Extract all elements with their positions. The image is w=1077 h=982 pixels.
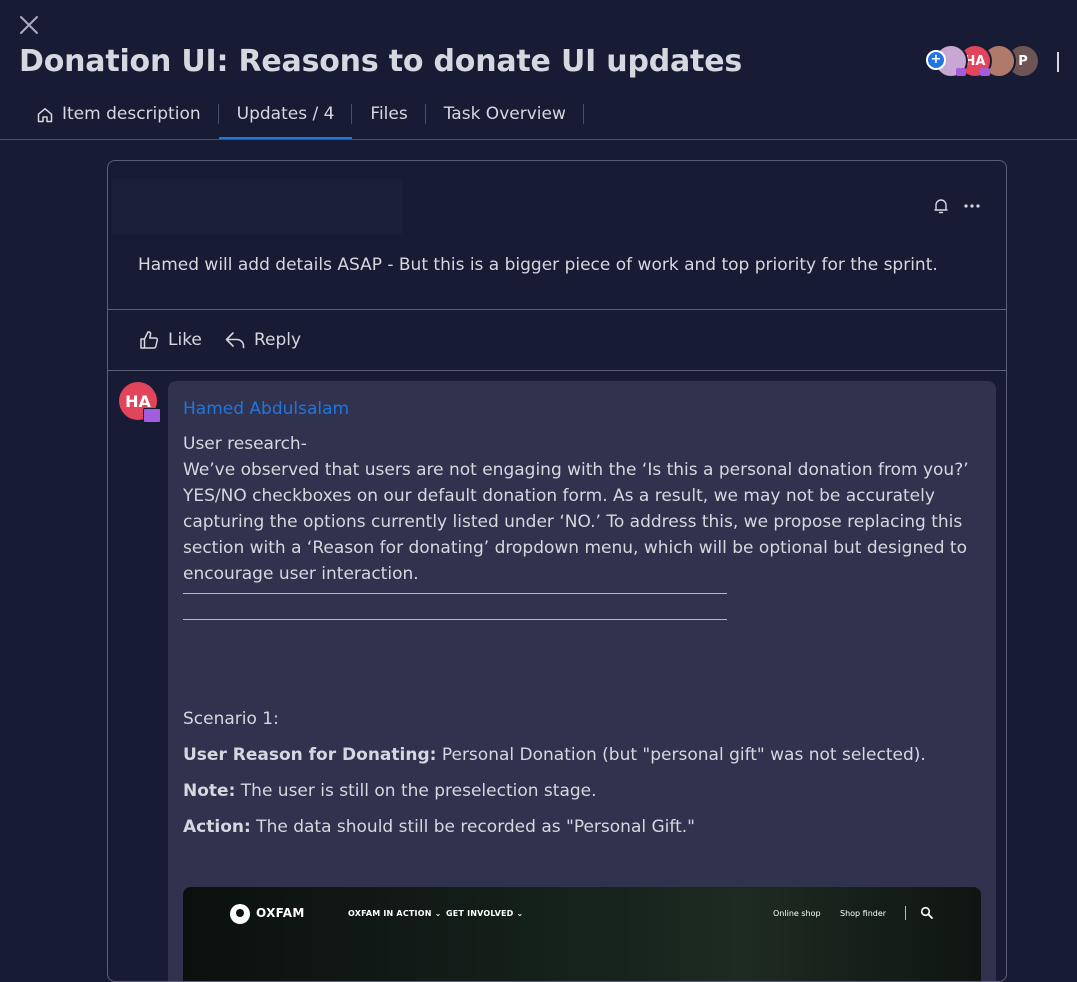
tab-divider <box>582 104 584 124</box>
like-button[interactable]: Like <box>138 329 202 351</box>
tab-label: Item description <box>62 104 201 124</box>
guest-badge-icon <box>143 408 161 423</box>
reply-button[interactable]: Reply <box>224 329 301 351</box>
tab-label: Task Overview <box>443 104 566 124</box>
reason-value: Personal Donation (but "personal gift" w… <box>436 745 926 765</box>
nav-get-involved: GET INVOLVED ⌄ <box>446 909 524 918</box>
update-card: Hamed will add details ASAP - But this i… <box>107 160 1007 982</box>
like-label: Like <box>168 330 202 350</box>
bell-icon <box>934 199 948 214</box>
reply-bubble: Hamed Abdulsalam User research- We’ve ob… <box>168 381 996 981</box>
guest-badge-icon <box>980 68 990 76</box>
tab-label: Files <box>370 104 408 124</box>
reply-icon <box>225 332 245 349</box>
nav-label: GET INVOLVED <box>446 909 514 918</box>
action-line: Action: The data should still be recorde… <box>183 817 695 837</box>
author-placeholder <box>112 179 402 235</box>
reason-line: User Reason for Donating: Personal Donat… <box>183 745 926 765</box>
notification-button[interactable] <box>932 197 950 215</box>
header-divider-line <box>0 139 1077 140</box>
subscribers-group[interactable]: + HA P <box>926 44 1046 78</box>
embedded-screenshot[interactable]: OXFAM OXFAM IN ACTION ⌄ GET INVOLVED ⌄ O… <box>183 887 981 981</box>
action-value: The data should still be recorded as "Pe… <box>250 817 695 837</box>
close-button[interactable] <box>18 14 40 36</box>
guest-badge-icon <box>956 68 966 76</box>
scenario-title: Scenario 1: <box>183 709 279 729</box>
oxfam-logo-icon <box>230 904 250 924</box>
nav-shop-finder: Shop finder <box>840 909 887 918</box>
reply-paragraph: We’ve observed that users are not engagi… <box>183 460 969 584</box>
action-label: Action: <box>183 817 251 837</box>
reason-label: User Reason for Donating: <box>183 745 437 765</box>
divider-line <box>183 619 727 620</box>
reply-heading: User research- <box>183 434 307 454</box>
reply-author-name[interactable]: Hamed Abdulsalam <box>183 399 349 419</box>
home-icon <box>37 108 53 123</box>
tab-item-description[interactable]: Item description <box>18 96 219 140</box>
divider-line <box>183 593 727 594</box>
close-icon <box>20 16 38 34</box>
nav-online-shop: Online shop <box>773 909 821 918</box>
item-title[interactable]: Donation UI: Reasons to donate UI update… <box>19 44 742 79</box>
note-label: Note: <box>183 781 236 801</box>
nav-divider <box>905 906 906 920</box>
header-divider <box>1057 52 1059 72</box>
reply-label: Reply <box>254 330 302 350</box>
note-line: Note: The user is still on the preselect… <box>183 781 597 801</box>
screenshot-background <box>183 887 981 981</box>
thumbs-up-icon <box>140 331 159 349</box>
oxfam-brand: OXFAM <box>256 906 305 920</box>
more-horizontal-icon <box>964 204 980 208</box>
more-options-button[interactable] <box>962 197 982 215</box>
tab-bar: Item description Updates / 4 Files Task … <box>18 96 584 140</box>
update-text: Hamed will add details ASAP - But this i… <box>138 255 938 275</box>
tab-updates[interactable]: Updates / 4 <box>218 96 353 140</box>
tab-label: Updates / 4 <box>236 104 335 124</box>
avatar-initials: P <box>1018 53 1028 69</box>
add-subscriber-icon[interactable]: + <box>926 50 946 70</box>
nav-label: OXFAM IN ACTION <box>348 909 432 918</box>
tab-files[interactable]: Files <box>352 96 426 140</box>
note-value: The user is still on the preselection st… <box>235 781 597 801</box>
tab-task-overview[interactable]: Task Overview <box>426 96 584 140</box>
nav-oxfam-in-action: OXFAM IN ACTION ⌄ <box>348 909 442 918</box>
card-divider <box>108 370 1006 371</box>
card-divider <box>108 309 1006 310</box>
search-icon <box>920 906 933 919</box>
reply-body: User research- We’ve observed that users… <box>183 431 983 587</box>
